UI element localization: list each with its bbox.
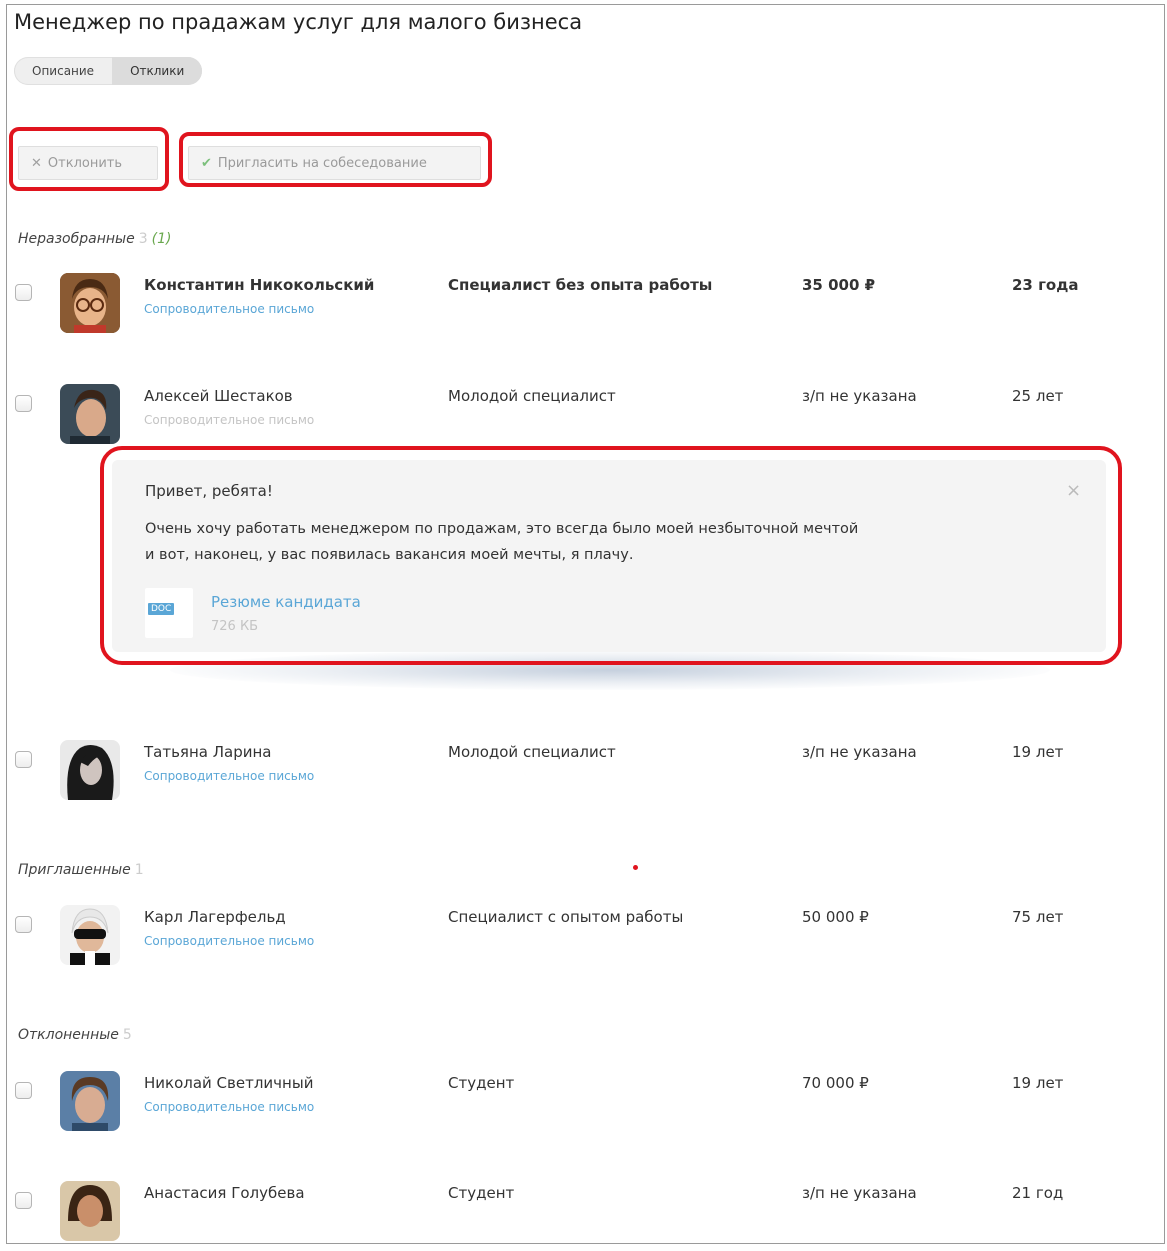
candidate-age: 75 лет: [1012, 908, 1064, 926]
candidate-position: Специалист без опыта работы: [448, 276, 713, 294]
invite-button[interactable]: ✔ Пригласить на собеседование: [188, 146, 481, 180]
candidate-checkbox[interactable]: [15, 395, 32, 412]
candidate-position: Молодой специалист: [448, 743, 616, 761]
cover-letter-shadow: [170, 650, 1050, 690]
reject-button-label: Отклонить: [47, 156, 123, 171]
candidate-position: Молодой специалист: [448, 387, 616, 405]
letter-body: Очень хочу работать менеджером по продаж…: [145, 516, 965, 568]
section-new-count: (1): [151, 231, 172, 247]
section-count: 1: [134, 862, 144, 878]
tab-bar: Описание Отклики: [14, 57, 203, 85]
section-title-unsorted: Неразобранные 3 (1): [18, 231, 171, 247]
page-title: Менеджер по прадажам услуг для малого би…: [14, 10, 583, 34]
letter-body-line: Очень хочу работать менеджером по продаж…: [145, 521, 859, 537]
section-title-text: Неразобранные: [18, 231, 135, 247]
reject-button[interactable]: ✕ Отклонить: [18, 146, 158, 180]
doc-file-icon[interactable]: DOC: [145, 588, 193, 638]
tab-responses[interactable]: Отклики: [112, 57, 203, 85]
candidate-age: 19 лет: [1012, 1074, 1064, 1092]
avatar[interactable]: [60, 1071, 120, 1131]
candidate-name[interactable]: Анастасия Голубева: [144, 1184, 305, 1202]
section-count: 5: [122, 1027, 132, 1043]
section-title-invited: Приглашенные 1: [18, 862, 144, 878]
resume-file-link[interactable]: Резюме кандидата: [211, 593, 361, 611]
close-icon[interactable]: ×: [1066, 480, 1081, 501]
candidate-salary: з/п не указана: [802, 743, 917, 761]
candidate-name[interactable]: Карл Лагерфельд: [144, 908, 286, 926]
candidate-salary: 70 000 ₽: [802, 1074, 869, 1092]
invite-button-label: Пригласить на собеседование: [217, 156, 427, 171]
candidate-checkbox[interactable]: [15, 751, 32, 768]
section-title-rejected: Отклоненные 5: [18, 1027, 132, 1043]
check-icon: ✔: [201, 156, 212, 171]
close-icon: ✕: [31, 156, 42, 171]
candidate-salary: 35 000 ₽: [802, 276, 876, 294]
section-title-text: Приглашенные: [18, 862, 131, 878]
avatar[interactable]: [60, 384, 120, 444]
avatar[interactable]: [60, 1181, 120, 1241]
avatar[interactable]: [60, 740, 120, 800]
tab-description[interactable]: Описание: [14, 57, 112, 85]
candidate-row: Николай Светличный Сопроводительное пись…: [0, 1071, 1167, 1141]
candidate-row: Анастасия Голубева Студент з/п не указан…: [0, 1181, 1167, 1251]
candidate-age: 25 лет: [1012, 387, 1064, 405]
section-title-text: Отклоненные: [18, 1027, 119, 1043]
candidate-checkbox[interactable]: [15, 1082, 32, 1099]
letter-body-line: и вот, наконец, у вас появилась вакансия…: [145, 547, 634, 563]
candidate-position: Студент: [448, 1074, 515, 1092]
candidate-row: Константин Никокольский Сопроводительное…: [0, 273, 1167, 343]
candidate-row: Карл Лагерфельд Сопроводительное письмо …: [0, 905, 1167, 975]
cover-letter-link[interactable]: Сопроводительное письмо: [144, 302, 314, 316]
doc-type-label: DOC: [148, 603, 175, 615]
cover-letter-popup: Привет, ребята! Очень хочу работать мене…: [112, 460, 1106, 652]
avatar[interactable]: [60, 905, 120, 965]
candidate-row: Татьяна Ларина Сопроводительное письмо М…: [0, 740, 1167, 810]
candidate-checkbox[interactable]: [15, 284, 32, 301]
candidate-position: Студент: [448, 1184, 515, 1202]
candidate-salary: з/п не указана: [802, 1184, 917, 1202]
candidate-salary: з/п не указана: [802, 387, 917, 405]
cover-letter-link[interactable]: Сопроводительное письмо: [144, 934, 314, 948]
candidate-name[interactable]: Алексей Шестаков: [144, 387, 293, 405]
section-count: 3: [138, 231, 148, 247]
avatar[interactable]: [60, 273, 120, 333]
candidate-age: 21 год: [1012, 1184, 1064, 1202]
cover-letter-link[interactable]: Сопроводительное письмо: [144, 769, 314, 783]
candidate-age: 23 года: [1012, 276, 1079, 294]
candidate-row: Алексей Шестаков Сопроводительное письмо…: [0, 384, 1167, 454]
candidate-age: 19 лет: [1012, 743, 1064, 761]
candidate-checkbox[interactable]: [15, 1192, 32, 1209]
cover-letter-link[interactable]: Сопроводительное письмо: [144, 1100, 314, 1114]
candidate-position: Специалист с опытом работы: [448, 908, 684, 926]
candidate-salary: 50 000 ₽: [802, 908, 869, 926]
candidate-name[interactable]: Константин Никокольский: [144, 276, 374, 294]
cover-letter-link[interactable]: Сопроводительное письмо: [144, 413, 314, 427]
candidate-name[interactable]: Николай Светличный: [144, 1074, 313, 1092]
annotation-dot: [633, 865, 638, 870]
letter-greeting: Привет, ребята!: [145, 482, 273, 500]
candidate-checkbox[interactable]: [15, 916, 32, 933]
resume-file-size: 726 КБ: [211, 619, 259, 634]
candidate-name[interactable]: Татьяна Ларина: [144, 743, 271, 761]
